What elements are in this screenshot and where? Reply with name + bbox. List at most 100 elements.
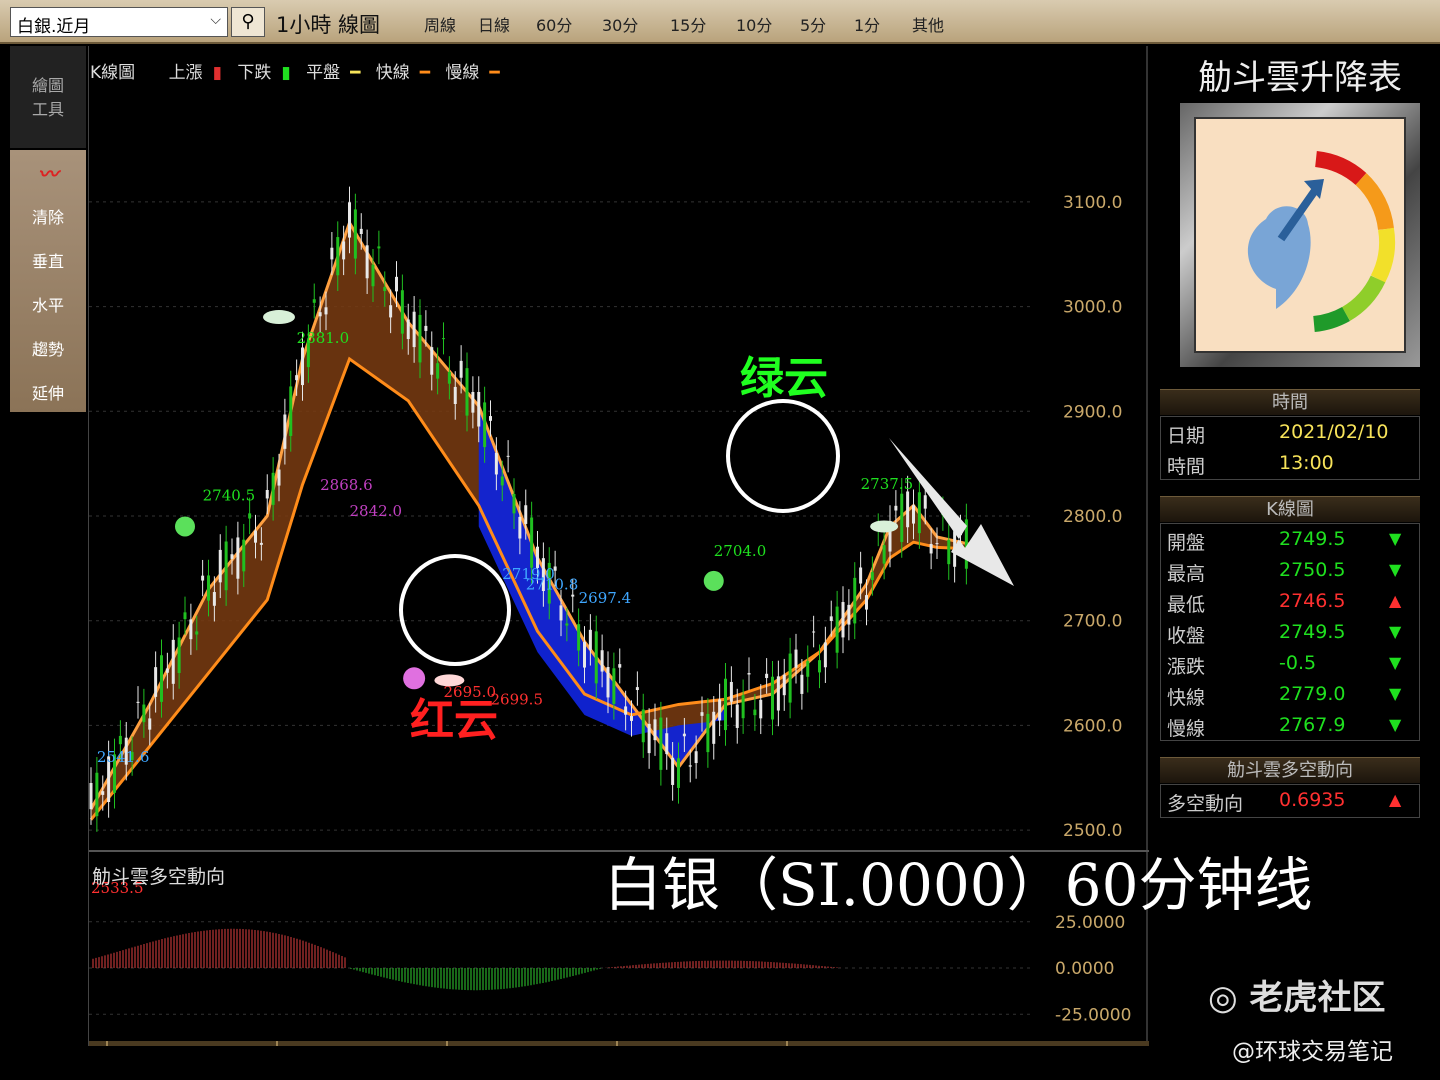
candle-body (518, 516, 522, 539)
candle-body (395, 276, 398, 292)
legend-fast: 快線 ━ (375, 63, 430, 83)
candle-body (224, 541, 228, 591)
y-tick-label: 2700.0 (1063, 612, 1122, 632)
candle-body (782, 674, 786, 696)
k-row-label: 快線 (1167, 687, 1206, 709)
green-cloud-icon (870, 520, 899, 533)
candle-body (594, 631, 598, 684)
tool-clear[interactable]: 清除 (10, 204, 86, 228)
legend-slow: 慢線 ━ (445, 63, 500, 83)
candle-body (947, 539, 951, 565)
candle-body (894, 505, 898, 511)
price-label: 2868.6 (320, 476, 373, 494)
candle-body (165, 668, 169, 673)
tool-vertical[interactable]: 垂直 (10, 248, 86, 272)
candle-body (312, 299, 316, 303)
candle-body (812, 631, 816, 633)
symbol-select[interactable]: 白銀.近月 ⌵ (10, 7, 228, 37)
candle-body (847, 604, 851, 625)
candle-body (700, 712, 704, 716)
panel-title: 觔斗雲升降表 (1198, 58, 1402, 98)
candle-body (753, 709, 757, 716)
red-cloud-highlight (399, 554, 511, 666)
candle-body (747, 673, 751, 675)
candle-body (365, 245, 369, 279)
arrow-down-icon: ▼ (1389, 560, 1402, 579)
k-row: 最低 2746.5 ▲ (1161, 586, 1419, 617)
tool-horizontal[interactable]: 水平 (10, 292, 86, 316)
cloud-fill (91, 222, 984, 820)
candle-body (841, 602, 845, 638)
candle-body (694, 751, 698, 764)
candle-body (917, 492, 921, 534)
candle-body (588, 629, 592, 650)
tab-daily[interactable]: 日線 (478, 12, 510, 36)
candle-body (95, 772, 99, 817)
tab-other[interactable]: 其他 (912, 12, 944, 36)
chart-legend: K線圖 上漲 ▮ 下跌 ▮ 平盤 ━ 快線 ━ 慢線 ━ (90, 58, 510, 83)
search-button[interactable]: ⚲ (231, 7, 265, 37)
indicator-y-tick-label: 0.0000 (1055, 959, 1114, 979)
candle-body (806, 661, 810, 677)
k-row-value: 2779.0 (1279, 683, 1346, 705)
candle-body (336, 237, 340, 276)
candle-body (477, 391, 481, 427)
legend-title: K線圖 (90, 63, 136, 83)
candle-body (506, 455, 510, 457)
tab-weekly[interactable]: 周線 (424, 12, 456, 36)
candle-body (759, 699, 763, 719)
y-tick-label: 3100.0 (1063, 193, 1122, 213)
k-row-label: 收盤 (1167, 625, 1206, 647)
tab-10min[interactable]: 10分 (736, 12, 772, 36)
time-header: 時間 (1160, 389, 1420, 415)
y-tick-label: 2900.0 (1063, 402, 1122, 422)
candle-body (212, 592, 216, 606)
candle-body (606, 667, 610, 698)
candle-body (400, 290, 404, 334)
tab-1min[interactable]: 1分 (854, 12, 880, 36)
k-row-label: 漲跌 (1167, 656, 1206, 678)
candle-body (101, 791, 105, 795)
green-cloud-highlight (726, 399, 840, 513)
watermark-text: 老虎社区 (1249, 978, 1386, 1018)
candle-body (447, 371, 451, 384)
candle-body (823, 642, 827, 668)
candle-body (389, 305, 393, 318)
candle-body (906, 491, 910, 528)
candle-body (583, 641, 586, 668)
tab-5min[interactable]: 5分 (800, 12, 826, 36)
tab-15min[interactable]: 15分 (670, 12, 706, 36)
candle-body (706, 713, 710, 753)
candle-body (177, 637, 181, 674)
tab-60min[interactable]: 60分 (536, 12, 572, 36)
tab-30min[interactable]: 30分 (602, 12, 638, 36)
k-row: 收盤 2749.5 ▼ (1161, 617, 1419, 648)
arrow-down-icon: ▼ (1389, 529, 1402, 548)
k-row: 快線 2779.0 ▼ (1161, 679, 1419, 710)
date-label: 日期 (1167, 425, 1206, 447)
chart-caption: 白银（SI.0000）60分钟线 (604, 851, 1313, 919)
k-row-label: 慢線 (1167, 718, 1206, 740)
candle-body (835, 606, 839, 653)
candle-body (882, 545, 886, 564)
ls-label: 多空動向 (1167, 793, 1244, 815)
candle-body (383, 287, 387, 292)
tool-trend[interactable]: 趨勢 (10, 336, 86, 360)
drawing-tools-header: 繪圖 工具 (10, 46, 86, 148)
candle-body (248, 513, 252, 519)
indicator-title: 觔斗雲多空動向 (92, 866, 226, 888)
date-row: 日期 2021/02/10 (1161, 417, 1419, 448)
candle-body (418, 314, 422, 363)
tool-extend[interactable]: 延伸 (10, 380, 86, 404)
k-row-value: 2750.5 (1279, 559, 1346, 581)
green-cloud-annotation: 绿云 (740, 353, 828, 404)
freehand-tool-icon[interactable]: 〰 (10, 158, 86, 187)
tiger-logo-icon: ◎ (1208, 978, 1238, 1018)
candle-body (776, 676, 780, 711)
candle-body (118, 735, 122, 745)
candle-body (301, 347, 304, 386)
k-row: 漲跌 -0.5 ▼ (1161, 648, 1419, 679)
k-header: K線圖 (1160, 496, 1420, 522)
candle-body (530, 517, 534, 568)
buy-signal-icon (703, 570, 724, 591)
